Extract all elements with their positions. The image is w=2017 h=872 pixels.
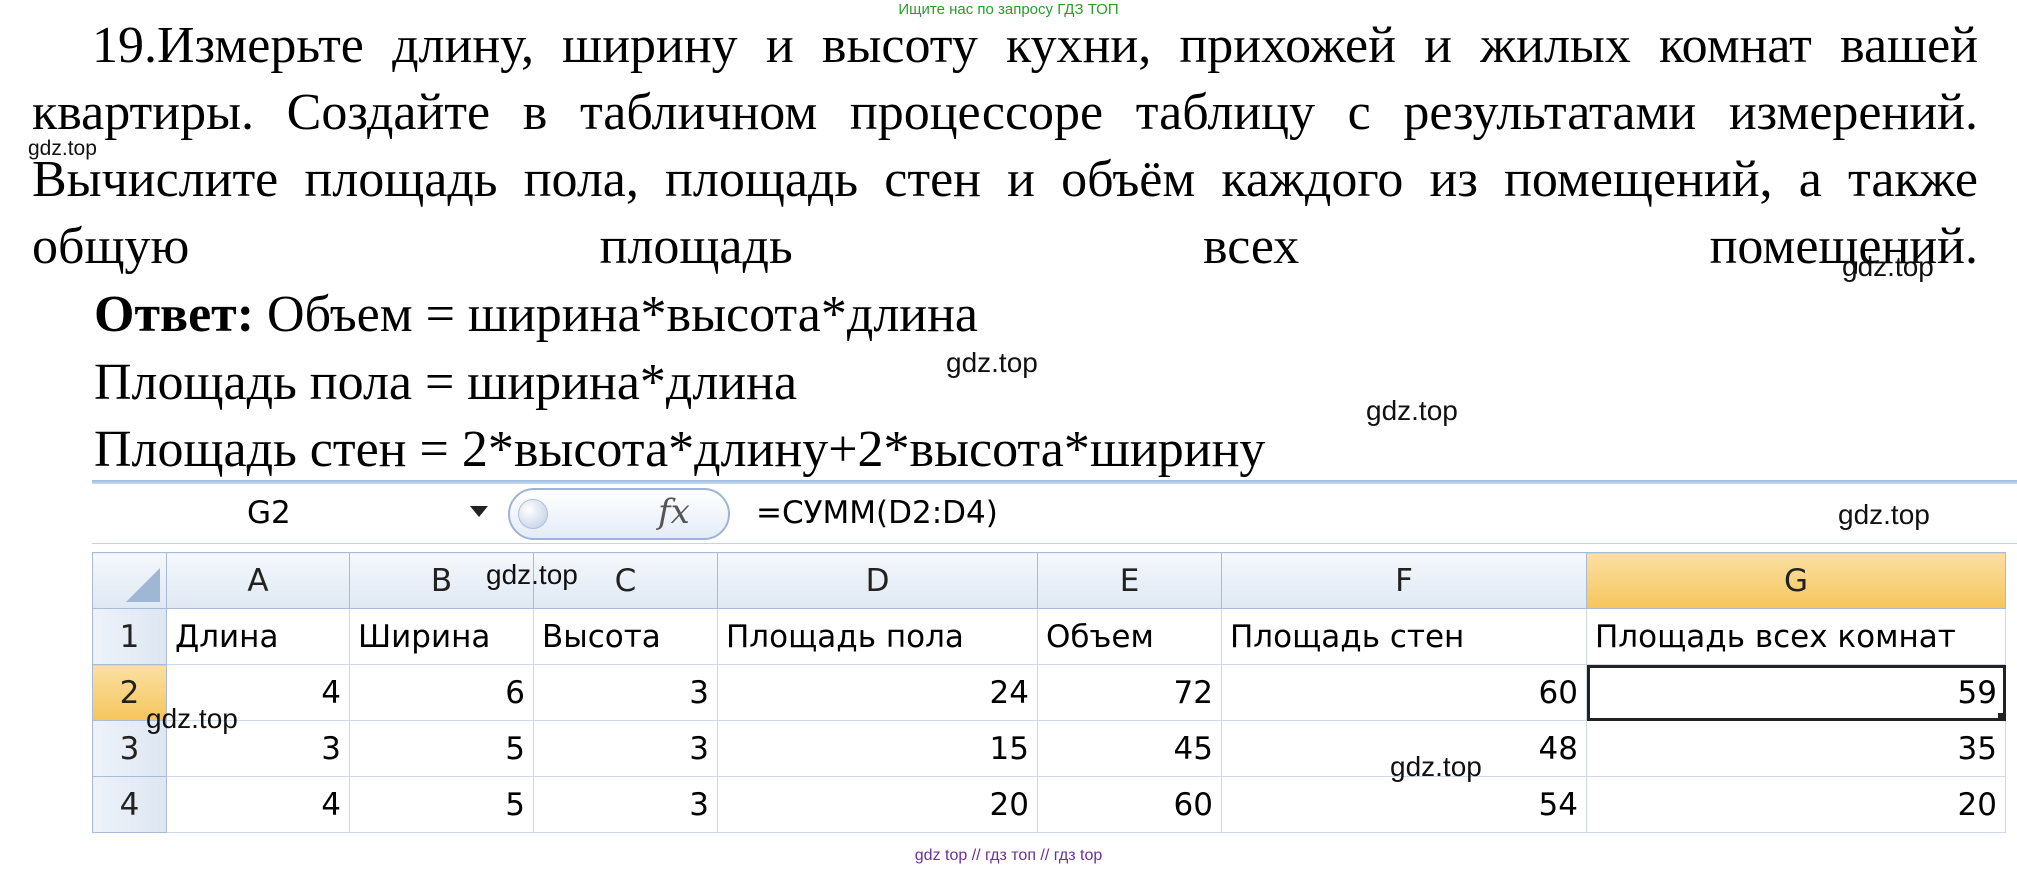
cell[interactable]: 20 xyxy=(1586,776,2006,833)
column-header-f[interactable]: F xyxy=(1221,552,1587,609)
column-header-d[interactable]: D xyxy=(717,552,1038,609)
cell[interactable]: Длина xyxy=(166,608,350,665)
cell-grid: A B C D E F G 1 Длина Ширина Высота Площ… xyxy=(92,552,2006,833)
column-header-row: A B C D E F G xyxy=(92,552,2006,609)
watermark: gdz.top xyxy=(146,703,238,734)
cell[interactable]: 3 xyxy=(533,776,718,833)
watermark: gdz.top xyxy=(28,137,97,160)
cell[interactable]: 20 xyxy=(717,776,1038,833)
cell[interactable]: Высота xyxy=(533,608,718,665)
column-header-g[interactable]: G xyxy=(1586,552,2006,609)
cell[interactable]: 15 xyxy=(717,720,1038,777)
cell[interactable]: 45 xyxy=(1037,720,1222,777)
row-header[interactable]: 1 xyxy=(92,608,167,665)
cell[interactable]: 60 xyxy=(1221,664,1587,721)
cell[interactable]: 5 xyxy=(349,776,534,833)
fill-handle[interactable] xyxy=(1998,713,2005,720)
answer-line-1: Ответ: Объем = ширина*высота*длина xyxy=(94,281,978,348)
cell[interactable]: 35 xyxy=(1586,720,2006,777)
grip-icon xyxy=(518,499,548,529)
cell[interactable]: 3 xyxy=(533,664,718,721)
formula-controls: fx xyxy=(508,488,730,540)
cell[interactable]: 5 xyxy=(349,720,534,777)
chevron-down-icon[interactable] xyxy=(470,506,488,517)
cell[interactable]: 60 xyxy=(1037,776,1222,833)
insert-function-icon[interactable]: fx xyxy=(658,492,690,532)
watermark: gdz.top xyxy=(1390,751,1482,782)
column-header-a[interactable]: A xyxy=(166,552,350,609)
table-row: 2 4 6 3 24 72 60 59 xyxy=(92,664,2006,721)
watermark: gdz.top xyxy=(1838,499,1930,530)
active-cell[interactable]: 59 xyxy=(1586,664,2006,721)
watermark: gdz.top xyxy=(1366,395,1458,426)
table-row: 4 4 5 3 20 60 54 20 xyxy=(92,776,2006,833)
name-box[interactable]: G2 xyxy=(92,492,500,534)
watermark: gdz.top xyxy=(486,559,578,590)
cell[interactable]: Объем xyxy=(1037,608,1222,665)
cell[interactable]: Площадь стен xyxy=(1221,608,1587,665)
table-row: 3 3 5 3 15 45 48 35 xyxy=(92,720,2006,777)
cell[interactable]: Площадь всех комнат xyxy=(1586,608,2006,665)
answer-floor-area-formula: Площадь пола = ширина*длина xyxy=(94,354,798,411)
cell[interactable]: 24 xyxy=(717,664,1038,721)
cell[interactable]: 6 xyxy=(349,664,534,721)
cell[interactable]: 3 xyxy=(533,720,718,777)
cell[interactable]: Площадь пола xyxy=(717,608,1038,665)
answer-wall-area-formula: Площадь стен = 2*высота*длину+2*высота*ш… xyxy=(94,421,1266,478)
formula-input[interactable]: =СУММ(D2:D4) xyxy=(756,492,998,534)
spreadsheet: G2 fx =СУММ(D2:D4) A B C D E F G 1 Длина… xyxy=(92,480,2017,836)
answer-volume-formula: Объем = ширина*высота*длина xyxy=(254,286,979,343)
formula-bar: G2 fx =СУММ(D2:D4) xyxy=(92,484,2017,544)
watermark: gdz.top xyxy=(1842,251,1934,282)
footer-links[interactable]: gdz top // гдз топ // гдз top xyxy=(0,846,2017,866)
watermark: gdz.top xyxy=(946,347,1038,378)
cell[interactable]: Ширина xyxy=(349,608,534,665)
answer-label: Ответ: xyxy=(94,286,255,343)
select-all-icon xyxy=(126,568,160,602)
active-cell-value: 59 xyxy=(1957,674,1997,711)
row-header[interactable]: 4 xyxy=(92,776,167,833)
cell[interactable]: 72 xyxy=(1037,664,1222,721)
table-row: 1 Длина Ширина Высота Площадь пола Объем… xyxy=(92,608,2006,665)
select-all-button[interactable] xyxy=(92,552,167,609)
cell[interactable]: 4 xyxy=(166,776,350,833)
column-header-e[interactable]: E xyxy=(1037,552,1222,609)
cell[interactable]: 54 xyxy=(1221,776,1587,833)
